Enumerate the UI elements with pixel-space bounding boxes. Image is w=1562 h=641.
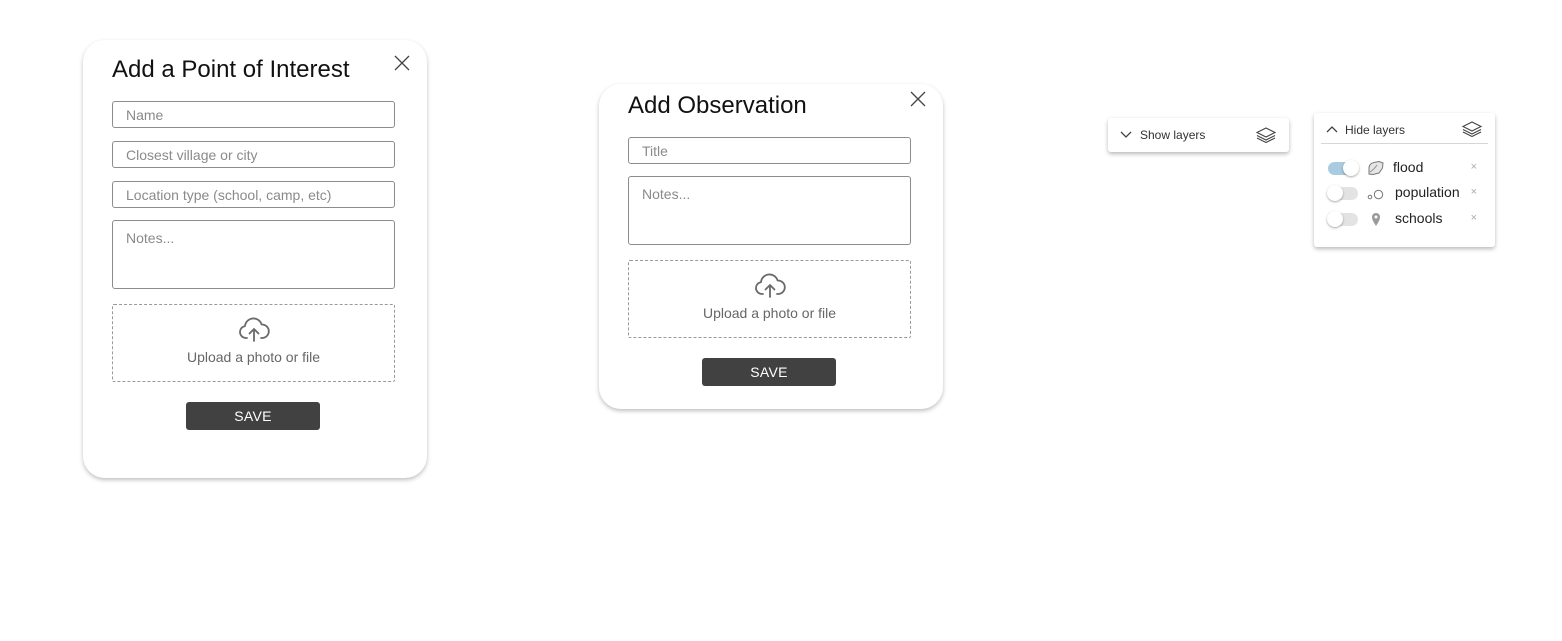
flood-area-icon <box>1368 160 1384 176</box>
panel-divider <box>1321 143 1488 144</box>
schools-remove-button[interactable]: × <box>1471 212 1477 224</box>
flood-layer-toggle[interactable] <box>1328 160 1359 176</box>
hide-layers-label: Hide layers <box>1345 123 1406 137</box>
layer-row-flood: flood × <box>1314 157 1495 179</box>
poi-dialog-title: Add a Point of Interest <box>112 56 350 83</box>
chevron-down-icon <box>1120 131 1132 138</box>
layer-row-population: population × <box>1314 182 1495 204</box>
hide-layers-toggle[interactable]: Hide layers <box>1314 113 1495 143</box>
population-layer-toggle[interactable] <box>1327 185 1358 201</box>
observation-upload-label: Upload a photo or file <box>702 305 837 321</box>
poi-upload-dropzone[interactable]: Upload a photo or file <box>112 304 395 382</box>
poi-location-type-input[interactable] <box>112 181 395 208</box>
observation-save-button[interactable]: SAVE <box>702 358 836 386</box>
poi-dialog: Add a Point of Interest Upload a photo o… <box>83 40 427 478</box>
poi-close-icon[interactable] <box>392 53 412 73</box>
flood-remove-button[interactable]: × <box>1471 161 1477 173</box>
poi-village-input[interactable] <box>112 141 395 168</box>
show-layers-toggle[interactable]: Show layers <box>1108 118 1289 152</box>
cloud-upload-icon <box>754 273 786 298</box>
flood-layer-name: flood <box>1393 159 1424 175</box>
population-circles-icon <box>1367 189 1384 200</box>
observation-title-input[interactable] <box>628 137 911 164</box>
observation-dialog: Add Observation Upload a photo or file S… <box>599 84 943 409</box>
observation-close-icon[interactable] <box>908 89 928 109</box>
population-remove-button[interactable]: × <box>1471 186 1477 198</box>
layers-icon <box>1462 121 1482 137</box>
observation-upload-dropzone[interactable]: Upload a photo or file <box>628 260 911 338</box>
layers-icon <box>1256 127 1276 143</box>
map-pin-icon <box>1372 213 1380 226</box>
observation-notes-textarea[interactable] <box>628 176 911 245</box>
schools-layer-toggle[interactable] <box>1327 211 1358 227</box>
poi-notes-textarea[interactable] <box>112 220 395 289</box>
layers-panel-collapsed: Show layers <box>1108 118 1289 152</box>
show-layers-label: Show layers <box>1140 128 1206 142</box>
layer-row-schools: schools × <box>1314 208 1495 230</box>
poi-save-button[interactable]: SAVE <box>186 402 320 430</box>
poi-upload-label: Upload a photo or file <box>186 349 321 365</box>
layers-panel-expanded: Hide layers flood × population × schools… <box>1314 113 1495 247</box>
poi-name-input[interactable] <box>112 101 395 128</box>
cloud-upload-icon <box>238 317 270 342</box>
schools-layer-name: schools <box>1395 210 1443 226</box>
chevron-up-icon <box>1326 126 1338 133</box>
observation-dialog-title: Add Observation <box>628 92 807 119</box>
population-layer-name: population <box>1395 184 1460 200</box>
